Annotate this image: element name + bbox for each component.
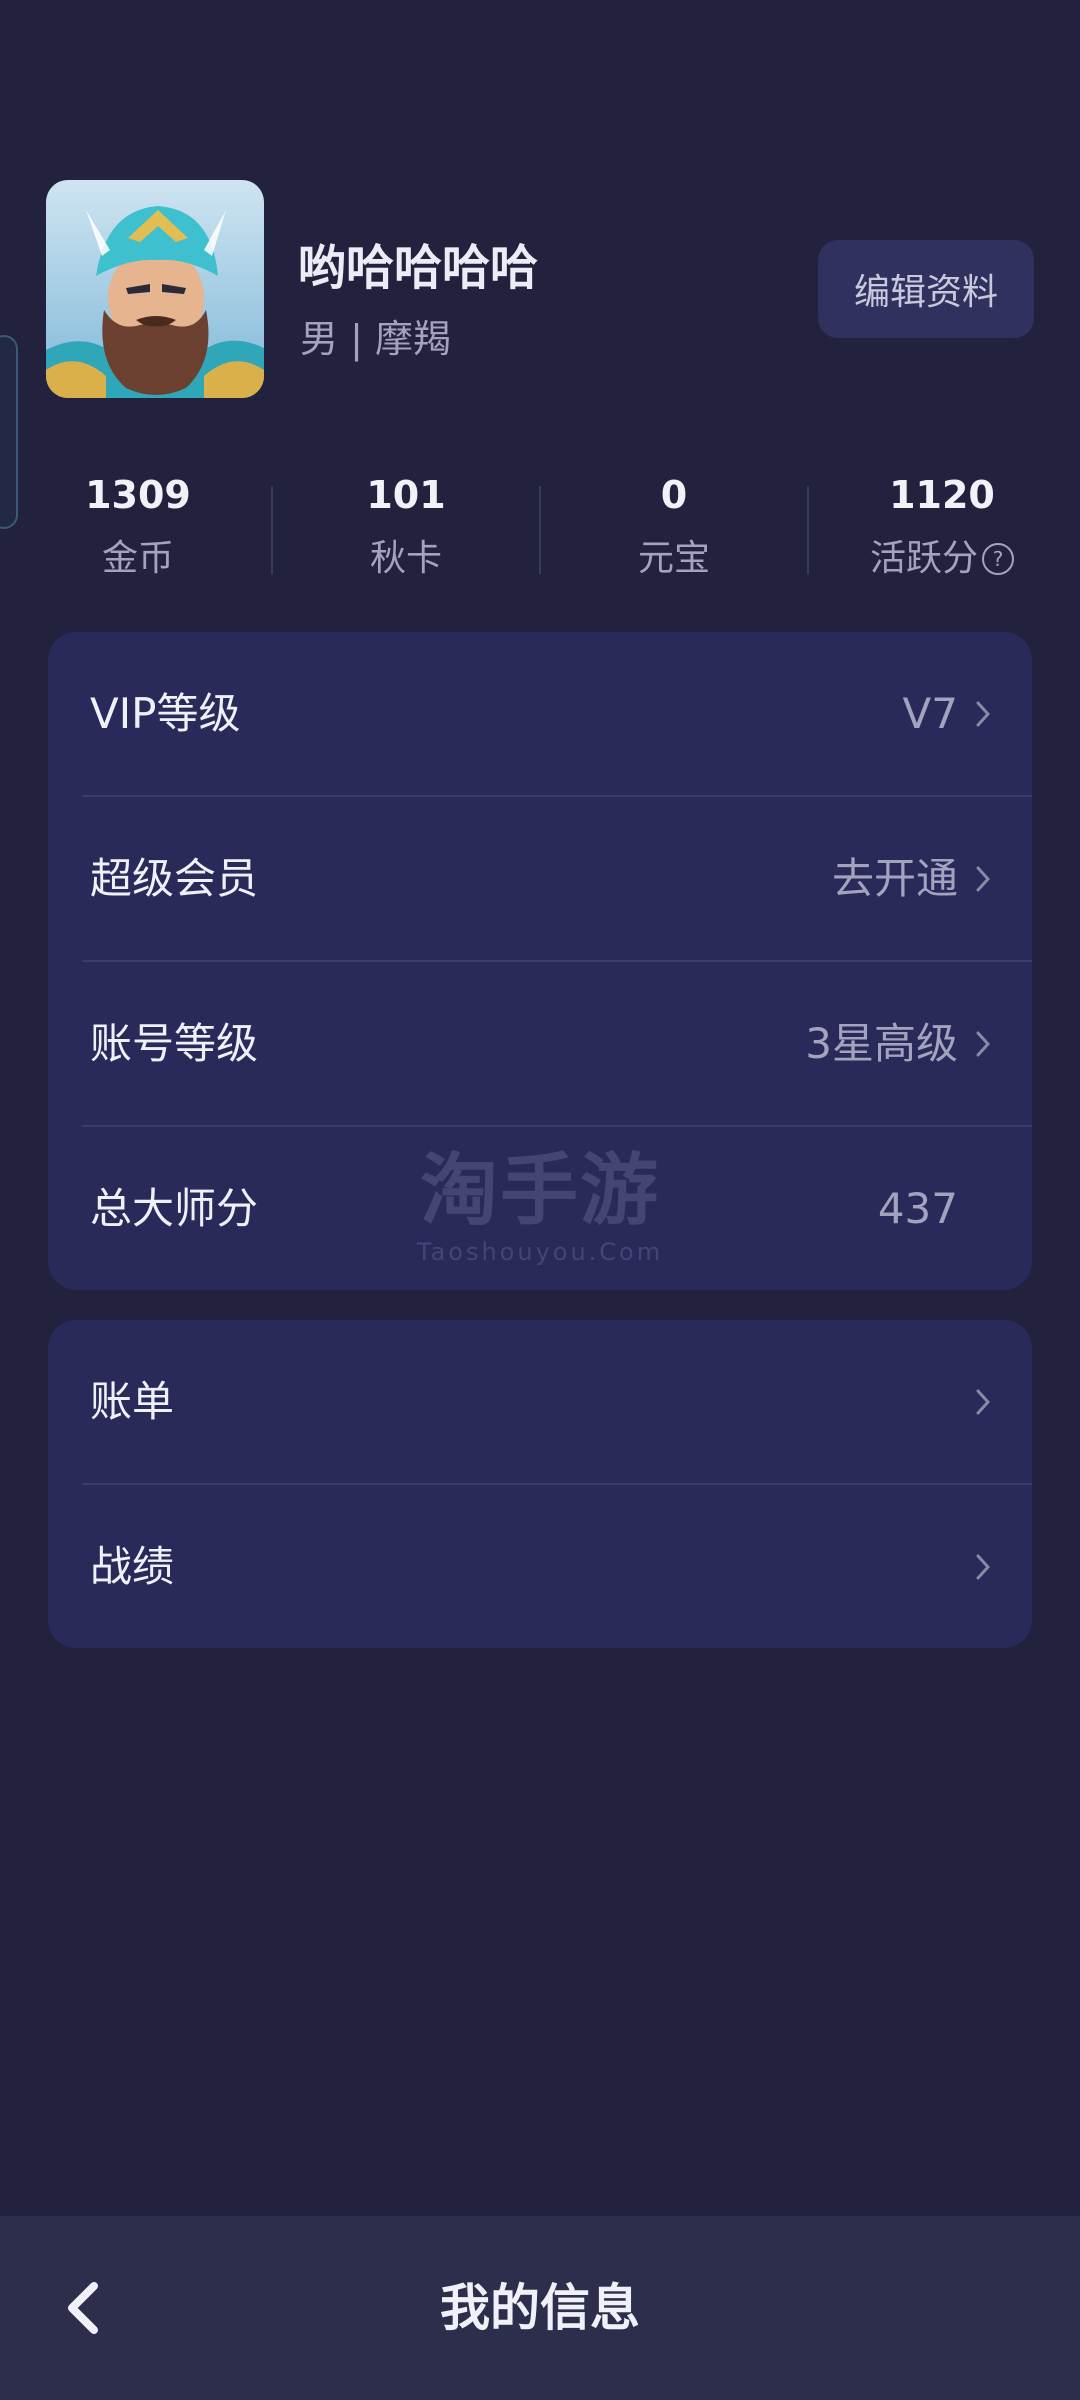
chevron-right-icon	[976, 1031, 990, 1057]
stat-value: 1120	[889, 473, 995, 517]
stat-label: 活跃分	[869, 538, 978, 579]
stat-label: 金币	[101, 538, 174, 579]
list-item-vip-level[interactable]: VIP等级 V7	[48, 632, 1032, 795]
edit-profile-button[interactable]: 编辑资料	[818, 240, 1034, 338]
zodiac-text: 摩羯	[375, 317, 452, 361]
stat-value: 1309	[85, 473, 191, 517]
row-value: 437	[877, 1184, 958, 1233]
stat-yuanbao[interactable]: 0 元宝	[540, 460, 808, 590]
row-label: VIP等级	[90, 689, 241, 738]
stat-divider	[807, 486, 809, 574]
account-info-card: VIP等级 V7 超级会员 去开通 账号等级 3星高级 总大师分 437	[48, 632, 1032, 1290]
page-title: 我的信息	[440, 2279, 640, 2337]
row-label: 账单	[90, 1377, 175, 1426]
chevron-left-icon[interactable]	[58, 2278, 108, 2338]
avatar-image	[46, 180, 264, 398]
list-item-bill[interactable]: 账单	[48, 1320, 1032, 1483]
stat-divider	[539, 486, 541, 574]
row-value: V7	[902, 689, 958, 738]
chevron-right-icon	[976, 1554, 990, 1580]
avatar[interactable]	[46, 180, 264, 398]
stat-divider	[271, 486, 273, 574]
row-label: 总大师分	[90, 1184, 259, 1233]
list-item-battle-record[interactable]: 战绩	[48, 1485, 1032, 1648]
chevron-right-icon	[976, 1389, 990, 1415]
stat-label: 元宝	[637, 538, 710, 579]
row-label: 超级会员	[90, 854, 259, 903]
stat-autumn-card[interactable]: 101 秋卡	[272, 460, 540, 590]
stat-label: 秋卡	[369, 538, 442, 579]
stat-activity[interactable]: 1120 活跃分 ?	[808, 460, 1076, 590]
gender-zodiac: 男 | 摩羯	[300, 308, 451, 363]
row-value: 去开通	[831, 854, 958, 903]
row-value: 3星高级	[805, 1019, 958, 1068]
chevron-right-icon	[976, 866, 990, 892]
question-circle-icon[interactable]: ?	[982, 543, 1014, 575]
profile-header: 哟哈哈哈哈 男 | 摩羯 编辑资料	[46, 180, 1034, 398]
username: 哟哈哈哈哈	[298, 240, 539, 296]
list-item-super-member[interactable]: 超级会员 去开通	[48, 797, 1032, 960]
row-label: 账号等级	[90, 1019, 259, 1068]
stat-coins[interactable]: 1309 金币	[4, 460, 272, 590]
row-label: 战绩	[90, 1542, 175, 1591]
records-card: 账单 战绩	[48, 1320, 1032, 1648]
info-separator: |	[350, 317, 363, 361]
stat-value: 0	[660, 473, 688, 517]
chevron-right-icon	[976, 701, 990, 727]
list-item-master-score: 总大师分 437	[48, 1127, 1032, 1290]
bottom-nav-bar: 我的信息	[0, 2216, 1080, 2400]
list-item-account-level[interactable]: 账号等级 3星高级	[48, 962, 1032, 1125]
stat-value: 101	[366, 473, 446, 517]
gender-text: 男	[300, 317, 339, 361]
